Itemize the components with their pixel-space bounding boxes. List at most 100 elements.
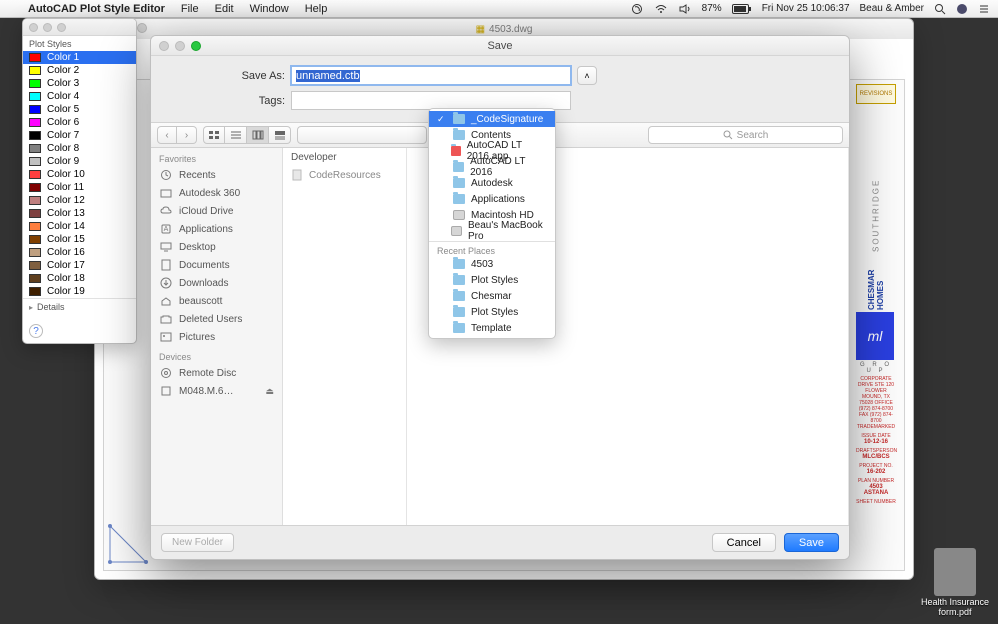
plot-style-row[interactable]: Color 15: [23, 233, 136, 246]
color-swatch: [29, 287, 41, 296]
plot-style-row[interactable]: Color 7: [23, 129, 136, 142]
path-menu-recent-item[interactable]: 4503: [429, 256, 555, 272]
menu-help[interactable]: Help: [297, 3, 336, 15]
plot-style-row[interactable]: Color 14: [23, 220, 136, 233]
sidebar-device[interactable]: Remote Disc: [151, 364, 282, 382]
path-menu-item[interactable]: ✓_CodeSignature: [429, 111, 555, 127]
battery-icon[interactable]: [732, 4, 752, 14]
new-folder-button[interactable]: New Folder: [161, 533, 234, 552]
help-icon[interactable]: ?: [29, 324, 43, 338]
draftsperson: MLC/BCS: [856, 454, 896, 460]
pse-details-toggle[interactable]: Details: [23, 298, 136, 315]
color-swatch: [29, 196, 41, 205]
menu-edit[interactable]: Edit: [207, 3, 242, 15]
folder-icon: [451, 226, 461, 236]
builder-name: CHESMAR HOMES: [856, 250, 896, 310]
path-menu-item[interactable]: Beau's MacBook Pro: [429, 223, 555, 239]
collapse-button[interactable]: ˄: [577, 66, 597, 85]
menu-window[interactable]: Window: [242, 3, 297, 15]
sidebar-item[interactable]: Documents: [151, 256, 282, 274]
close-icon[interactable]: [159, 41, 169, 51]
cloud-sync-icon[interactable]: [630, 3, 644, 15]
save-dialog-titlebar[interactable]: Save: [151, 36, 849, 56]
plot-style-row[interactable]: Color 13: [23, 207, 136, 220]
plot-style-row[interactable]: Color 9: [23, 155, 136, 168]
folder-icon: [453, 259, 465, 269]
search-field[interactable]: Search: [648, 126, 843, 144]
app-name[interactable]: AutoCAD Plot Style Editor: [20, 3, 173, 15]
plot-style-row[interactable]: Color 12: [23, 194, 136, 207]
plot-style-row[interactable]: Color 16: [23, 246, 136, 259]
nav-back-button[interactable]: ‹: [157, 126, 177, 144]
menubar-clock[interactable]: Fri Nov 25 10:06:37: [762, 3, 850, 14]
file-column-1[interactable]: Developer CodeResources: [283, 148, 407, 548]
path-menu-recent-item[interactable]: Plot Styles: [429, 272, 555, 288]
plot-style-row[interactable]: Color 1: [23, 51, 136, 64]
save-as-input[interactable]: [291, 66, 571, 85]
minimize-icon[interactable]: [175, 41, 185, 51]
notification-center-icon[interactable]: [978, 3, 990, 15]
plot-style-row[interactable]: Color 11: [23, 181, 136, 194]
pse-zoom-icon[interactable]: [57, 23, 66, 32]
wifi-icon[interactable]: [654, 3, 668, 15]
plot-style-row[interactable]: Color 10: [23, 168, 136, 181]
sidebar-item[interactable]: AApplications: [151, 220, 282, 238]
plot-style-row[interactable]: Color 6: [23, 116, 136, 129]
file-item[interactable]: CodeResources: [283, 167, 406, 183]
color-swatch: [29, 274, 41, 283]
sidebar-item[interactable]: Deleted Users: [151, 310, 282, 328]
plot-style-row[interactable]: Color 2: [23, 64, 136, 77]
tags-label: Tags:: [171, 95, 291, 107]
speaker-icon[interactable]: [678, 3, 692, 15]
path-menu-item[interactable]: AutoCAD LT 2016: [429, 159, 555, 175]
folder-icon: [453, 323, 465, 333]
plot-style-row[interactable]: Color 18: [23, 272, 136, 285]
view-coverflow-button[interactable]: [269, 126, 291, 144]
siri-icon[interactable]: [956, 3, 968, 15]
menubar-user[interactable]: Beau & Amber: [860, 3, 924, 14]
eject-icon[interactable]: ⏏: [265, 386, 274, 397]
spotlight-icon[interactable]: [934, 3, 946, 15]
plot-style-row[interactable]: Color 3: [23, 77, 136, 90]
path-dropdown[interactable]: [297, 126, 427, 144]
sidebar-item[interactable]: Recents: [151, 166, 282, 184]
plot-style-row[interactable]: Color 8: [23, 142, 136, 155]
view-columns-button[interactable]: [247, 126, 269, 144]
sidebar-item[interactable]: iCloud Drive: [151, 202, 282, 220]
revisions-box: REVISIONS: [856, 84, 896, 104]
view-list-button[interactable]: [225, 126, 247, 144]
path-menu-item[interactable]: Applications: [429, 191, 555, 207]
plot-style-row[interactable]: Color 17: [23, 259, 136, 272]
sidebar-item[interactable]: Pictures: [151, 328, 282, 346]
zoom-icon[interactable]: [191, 41, 201, 51]
plot-style-list[interactable]: Color 1Color 2Color 3Color 4Color 5Color…: [23, 51, 136, 298]
pse-titlebar[interactable]: [23, 19, 136, 36]
pse-close-icon[interactable]: [29, 23, 38, 32]
cancel-button[interactable]: Cancel: [712, 533, 776, 552]
sidebar-item[interactable]: Desktop: [151, 238, 282, 256]
save-button[interactable]: Save: [784, 533, 839, 552]
color-name: Color 2: [47, 65, 79, 76]
sidebar-item[interactable]: Downloads: [151, 274, 282, 292]
view-icons-button[interactable]: [203, 126, 225, 144]
plot-style-row[interactable]: Color 19: [23, 285, 136, 298]
sidebar-device[interactable]: M048.M.6…⏏: [151, 382, 282, 400]
path-menu-recent-item[interactable]: Chesmar: [429, 288, 555, 304]
battery-percent: 87%: [702, 3, 722, 14]
menu-file[interactable]: File: [173, 3, 207, 15]
plot-style-row[interactable]: Color 5: [23, 103, 136, 116]
sidebar-item[interactable]: beauscott: [151, 292, 282, 310]
path-menu-recent-item[interactable]: Template: [429, 320, 555, 336]
file-icon: [291, 169, 303, 181]
folder-icon: [453, 162, 465, 172]
pse-min-icon[interactable]: [43, 23, 52, 32]
save-as-label: Save As:: [171, 70, 291, 82]
plot-style-row[interactable]: Color 4: [23, 90, 136, 103]
color-name: Color 4: [47, 91, 79, 102]
desktop-file[interactable]: Health Insuranceform.pdf: [920, 548, 990, 618]
nav-forward-button[interactable]: ›: [177, 126, 197, 144]
folder-icon: [453, 275, 465, 285]
folder-icon: [453, 130, 465, 140]
sidebar-item[interactable]: Autodesk 360: [151, 184, 282, 202]
path-menu-recent-item[interactable]: Plot Styles: [429, 304, 555, 320]
